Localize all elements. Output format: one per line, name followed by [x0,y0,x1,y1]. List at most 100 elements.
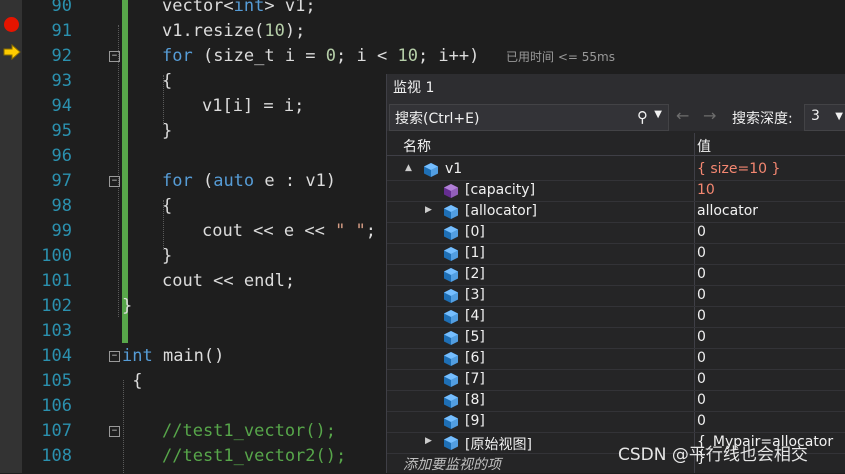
chevron-down-icon[interactable]: ▼ [654,109,662,120]
watch-item-name: [6] [465,350,485,366]
column-header-value[interactable]: 值 [697,136,711,156]
code-line[interactable]: 92 for (size_t i = 0; i < 10; i++) [22,44,845,69]
expand-arrow-icon[interactable]: ▶ [425,436,432,446]
line-number: 97 [51,171,72,191]
fold-toggle-icon[interactable]: − [109,51,120,62]
indent-guide [123,380,124,473]
watch-item-value[interactable]: 10 [697,182,715,198]
watch-row[interactable]: [capacity] 10 [387,180,845,202]
chevron-down-icon[interactable]: ▼ [835,111,843,122]
watch-row[interactable]: ▲ v1 { size=10 } [387,159,845,181]
watch-item-value[interactable]: 0 [697,245,706,261]
line-number: 92 [51,46,72,66]
code-token: for [162,171,193,191]
fold-toggle-icon[interactable]: − [109,176,120,187]
watch-row[interactable]: ▶ [allocator] allocator [387,201,845,223]
code-token: } [122,296,133,316]
watch-item-value[interactable]: 0 [697,266,706,282]
fold-toggle-icon[interactable]: − [109,351,120,362]
collapse-arrow-icon[interactable]: ▲ [405,163,412,173]
watch-row[interactable]: [7] 0 [387,369,845,391]
watch-item-value[interactable]: allocator [697,203,758,219]
search-depth-label: 搜索深度: [732,111,793,127]
code-text: } [122,294,132,319]
arrow-left-icon[interactable]: ← [676,106,689,125]
watch-item-value[interactable]: 0 [697,371,706,387]
line-number: 106 [41,396,72,416]
code-text: for (size_t i = 0; i < 10; i++) [162,44,479,69]
watch-item-value[interactable]: 0 [697,287,706,303]
search-box[interactable]: 搜索(Ctrl+E) ⚲ ▼ [389,104,669,131]
watch-window-title[interactable]: 监视 1 [387,74,845,102]
field-cube-icon [444,415,458,429]
watch-item-value[interactable]: 0 [697,413,706,429]
field-cube-icon [444,268,458,282]
watch-row[interactable]: [1] 0 [387,243,845,265]
code-text: vector<int> v1; [162,0,316,19]
watch-item-value[interactable]: 0 [697,329,706,345]
line-number: 91 [51,21,72,41]
column-header-name[interactable]: 名称 [403,136,431,156]
code-text: for (auto e : v1) [162,169,336,194]
watch-item-name: [3] [465,287,485,303]
code-token: > v1; [264,0,316,16]
code-token: ; i++) [417,46,480,66]
watch-item-name: [7] [465,371,485,387]
code-line[interactable]: 90 vector<int> v1; [22,0,845,19]
watch-item-name: [5] [465,329,485,345]
indent-guide [163,200,164,250]
watch-item-name: [capacity] [465,182,536,198]
code-token: { [122,371,143,391]
code-text: cout << endl; [162,269,295,294]
watch-row[interactable]: [5] 0 [387,327,845,349]
watch-item-name: [4] [465,308,485,324]
search-depth-select[interactable]: 3 ▼ [804,104,845,131]
watch-window[interactable]: 监视 1 搜索(Ctrl+E) ⚲ ▼ ← → 搜索深度: 3 ▼ 名称 值 ▲… [386,74,845,473]
watch-row[interactable]: [3] 0 [387,285,845,307]
search-placeholder: 搜索(Ctrl+E) [395,111,480,127]
line-number: 103 [41,321,72,341]
watch-row[interactable]: [4] 0 [387,306,845,328]
watch-row[interactable]: [6] 0 [387,348,845,370]
code-token: 0 [325,46,337,66]
code-token: ( [192,171,214,191]
field-cube-icon [444,310,458,324]
code-token: ; i < [336,46,398,66]
watch-header: 名称 值 [387,133,845,156]
watch-item-name: [原始视图] [465,437,532,453]
breakpoint-margin[interactable] [0,0,22,473]
watch-item-value[interactable]: { size=10 } [697,161,780,177]
code-text: //test1_vector2(); [162,444,346,469]
watch-item-value[interactable]: 0 [697,350,706,366]
watch-item-value[interactable]: 0 [697,224,706,240]
watch-item-value[interactable]: 0 [697,308,706,324]
breakpoint-icon[interactable] [4,17,19,32]
line-number: 94 [51,96,72,116]
watch-row[interactable]: [0] 0 [387,222,845,244]
watch-item-value[interactable]: 0 [697,392,706,408]
line-number: 102 [41,296,72,316]
code-token: v1.resize( [162,21,265,41]
code-line[interactable]: 91 v1.resize(10); [22,19,845,44]
arrow-right-icon[interactable]: → [703,106,716,125]
search-icon[interactable]: ⚲ [637,108,648,126]
watch-row[interactable]: [8] 0 [387,390,845,412]
watch-row[interactable]: [9] 0 [387,411,845,433]
watch-item-name: v1 [445,161,463,177]
watch-row[interactable]: [2] 0 [387,264,845,286]
code-token: int [233,0,265,16]
code-token: vector< [162,0,234,16]
line-number: 95 [51,121,72,141]
field-cube-icon [444,373,458,387]
field-cube-icon [444,205,458,219]
code-token: //test1_vector2(); [162,446,347,466]
code-token: (size_t i = [192,46,326,66]
code-token: v1[i] = i; [202,96,305,116]
fold-toggle-icon[interactable]: − [109,426,120,437]
expand-arrow-icon[interactable]: ▶ [425,205,432,215]
code-token: " " [335,221,366,241]
add-watch-item[interactable]: 添加要监视的项 [403,454,501,474]
line-number: 108 [41,446,72,466]
line-number: 107 [41,421,72,441]
code-token: auto [213,171,255,191]
